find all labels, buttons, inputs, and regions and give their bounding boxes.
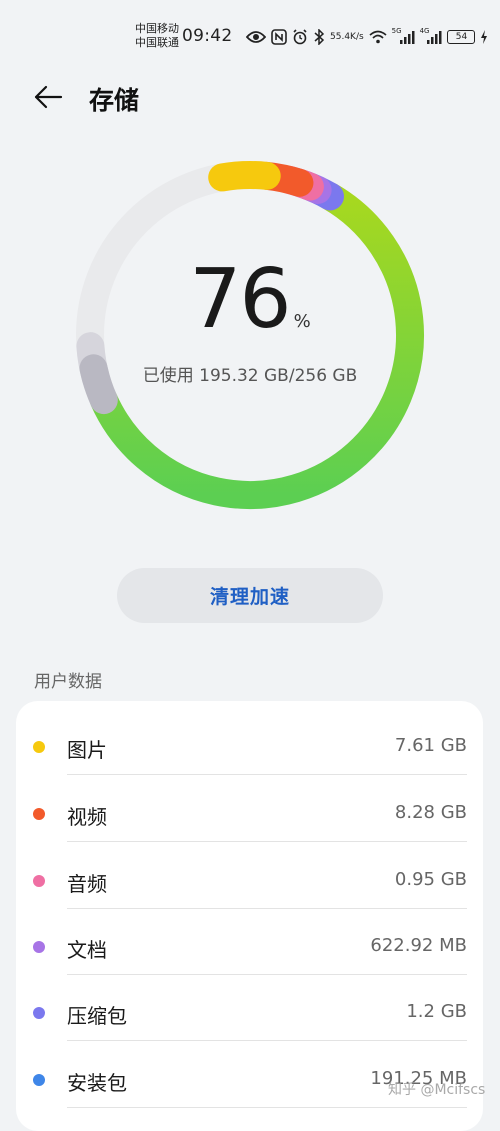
carrier-info: 中国移动 中国联通 — [135, 22, 179, 50]
usage-summary: 已使用 195.32 GB/256 GB — [142, 366, 358, 386]
arrow-left-icon — [34, 85, 63, 109]
watermark: 知乎 @Mcifscs — [388, 1082, 486, 1098]
section-title: 用户数据 — [34, 672, 102, 692]
divider — [67, 1107, 467, 1108]
wifi-icon — [369, 30, 387, 44]
status-icons: 55.4 K/s 5G 4G 54 — [246, 24, 488, 50]
status-clock: 09:42 — [182, 26, 233, 46]
usage-percent-value: 76 — [189, 252, 291, 347]
usage-percent-sign: % — [293, 311, 311, 332]
category-name: 图片 — [67, 738, 107, 762]
category-size: 7.61 GB — [394, 735, 467, 756]
category-dot — [33, 808, 45, 820]
category-size: 8.28 GB — [394, 802, 467, 823]
category-name: 安装包 — [67, 1071, 127, 1095]
category-dot — [33, 1074, 45, 1086]
signal-icon: 4G — [419, 27, 443, 44]
back-button[interactable] — [30, 79, 66, 115]
category-dot — [33, 1007, 45, 1019]
category-dot — [33, 941, 45, 953]
category-dot — [33, 875, 45, 887]
signal-1-label: 5G — [391, 27, 402, 35]
category-name: 音频 — [67, 872, 107, 896]
clean-accelerate-button[interactable]: 清理加速 — [117, 568, 383, 623]
bluetooth-icon — [313, 29, 325, 45]
signal-2-label: 4G — [419, 27, 430, 35]
status-bar: 中国移动 中国联通 09:42 55.4 K/s 5G 4G 54 — [0, 0, 500, 72]
list-item-photos[interactable]: 图片 7.61 GB — [16, 708, 483, 775]
storage-ring: 76% 已使用 195.32 GB/256 GB — [70, 155, 430, 515]
list-item-audio[interactable]: 音频 0.95 GB — [16, 842, 483, 909]
carrier-2: 中国联通 — [135, 36, 179, 49]
category-dot — [33, 741, 45, 753]
user-data-card: 图片 7.61 GB 视频 8.28 GB 音频 0.95 GB 文档 622.… — [16, 701, 483, 1131]
ring-segment-photos — [208, 161, 281, 192]
nfc-icon — [271, 29, 287, 45]
eye-icon — [246, 30, 266, 44]
signal-icon: 5G — [391, 27, 415, 44]
charging-icon — [480, 30, 488, 44]
page-title: 存储 — [89, 86, 140, 115]
battery-icon: 54 — [447, 30, 476, 44]
net-speed: 55.4 K/s — [330, 32, 364, 42]
category-size: 622.92 MB — [370, 935, 467, 956]
category-size: 0.95 GB — [394, 869, 467, 890]
list-item-archives[interactable]: 压缩包 1.2 GB — [16, 974, 483, 1041]
category-name: 文档 — [67, 938, 107, 962]
alarm-icon — [292, 29, 308, 45]
net-speed-unit: K/s — [350, 32, 364, 42]
category-size: 1.2 GB — [406, 1001, 467, 1022]
page-header: 存储 — [0, 72, 500, 122]
list-item-videos[interactable]: 视频 8.28 GB — [16, 775, 483, 842]
net-speed-value: 55.4 — [330, 32, 351, 42]
category-name: 视频 — [67, 805, 107, 829]
list-item-documents[interactable]: 文档 622.92 MB — [16, 908, 483, 975]
carrier-1: 中国移动 — [135, 22, 179, 35]
usage-percent: 76% — [70, 255, 430, 345]
category-name: 压缩包 — [67, 1004, 127, 1028]
